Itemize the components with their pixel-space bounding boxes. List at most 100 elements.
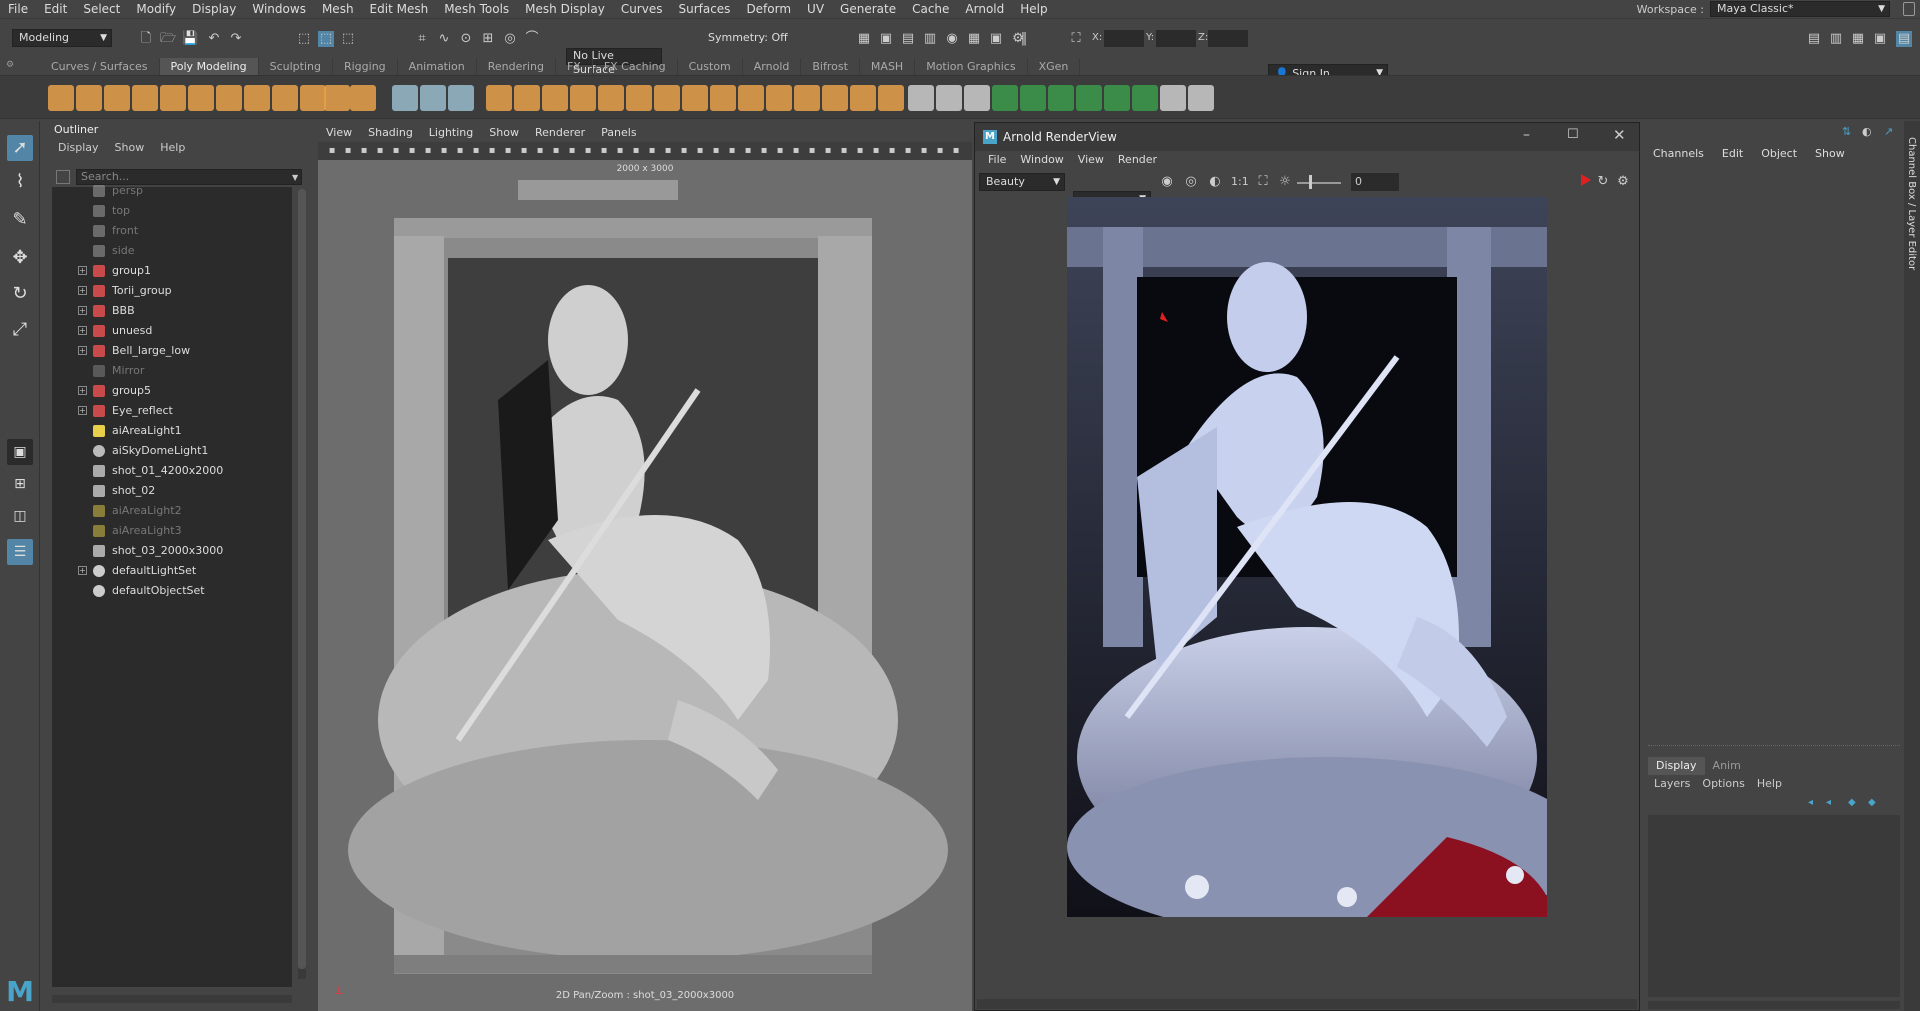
mode-dropdown[interactable]: Modeling ▼: [12, 29, 112, 47]
shelf-tab-xgen[interactable]: XGen: [1028, 58, 1081, 75]
outliner-item[interactable]: shot_01_4200x2000: [52, 461, 292, 481]
viewport-tool-icon[interactable]: ▪: [532, 143, 548, 159]
viewport-tool-icon[interactable]: ▪: [628, 143, 644, 159]
select-hierarchy-icon[interactable]: ⬚: [296, 31, 312, 47]
layer-tab-anim[interactable]: Anim: [1705, 757, 1749, 775]
target-weld-icon[interactable]: [878, 85, 904, 111]
type-icon[interactable]: [324, 85, 350, 111]
outliner-menu-display[interactable]: Display: [52, 139, 105, 157]
extrude-icon[interactable]: [682, 85, 708, 111]
shelf-tab-curves-surfaces[interactable]: Curves / Surfaces: [40, 58, 160, 75]
menu-arnold[interactable]: Arnold: [957, 0, 1012, 18]
torus-icon[interactable]: [160, 85, 186, 111]
ipr-render-icon[interactable]: ▤: [900, 31, 916, 47]
snap-surface-icon[interactable]: ◎: [502, 31, 518, 47]
menu-edit-mesh[interactable]: Edit Mesh: [362, 0, 437, 18]
search-options-icon[interactable]: ▼: [292, 173, 298, 182]
snap-view-icon[interactable]: ⊞: [480, 31, 496, 47]
outliner-item[interactable]: aiAreaLight2: [52, 501, 292, 521]
layout-icon[interactable]: ▤: [1896, 31, 1912, 47]
viewport-tool-icon[interactable]: ▪: [596, 143, 612, 159]
shelf-tab-sculpting[interactable]: Sculpting: [259, 58, 333, 75]
cylinder-icon[interactable]: [104, 85, 130, 111]
menu-mesh-tools[interactable]: Mesh Tools: [436, 0, 517, 18]
mirror-icon[interactable]: [514, 85, 540, 111]
layer-menu-options[interactable]: Options: [1696, 775, 1750, 793]
channel-box-menu-channels[interactable]: Channels: [1644, 145, 1713, 163]
renderview-menu-view[interactable]: View: [1071, 151, 1111, 169]
expand-icon[interactable]: +: [78, 406, 87, 415]
outliner-menu-help[interactable]: Help: [154, 139, 191, 157]
shelf-tab-poly-modeling[interactable]: Poly Modeling: [159, 58, 259, 75]
extract-icon[interactable]: [542, 85, 568, 111]
render-settings-icon[interactable]: ▥: [922, 31, 938, 47]
fill-hole-icon[interactable]: [570, 85, 596, 111]
viewport-tool-icon[interactable]: ▪: [900, 143, 916, 159]
viewport-tool-icon[interactable]: ▪: [772, 143, 788, 159]
bridge-icon[interactable]: [710, 85, 736, 111]
knife-icon[interactable]: [908, 85, 934, 111]
move-tool-icon[interactable]: ✥: [7, 245, 33, 271]
sphere-icon[interactable]: [48, 85, 74, 111]
shelf-tab-rigging[interactable]: Rigging: [333, 58, 398, 75]
outliner-item[interactable]: aiSkyDomeLight1: [52, 441, 292, 461]
layer-tab-display[interactable]: Display: [1648, 757, 1705, 775]
expand-icon[interactable]: +: [78, 566, 87, 575]
remesh-icon[interactable]: [626, 85, 652, 111]
paint-select-tool-icon[interactable]: ✎: [7, 207, 33, 233]
layer-menu-layers[interactable]: Layers: [1648, 775, 1696, 793]
exposure-slider[interactable]: [1297, 182, 1341, 184]
uv-editor-icon[interactable]: [1160, 85, 1186, 111]
shelf-tab-rendering[interactable]: Rendering: [477, 58, 556, 75]
outliner-vertical-scrollbar[interactable]: [298, 189, 306, 979]
exposure-icon[interactable]: ☼: [1277, 174, 1293, 190]
triangulate-icon[interactable]: [794, 85, 820, 111]
outliner-item[interactable]: aiAreaLight1: [52, 421, 292, 441]
four-view-layout-icon[interactable]: ⊞: [7, 471, 33, 497]
snap-curve-icon[interactable]: ∿: [436, 31, 452, 47]
viewport-tool-icon[interactable]: ▪: [436, 143, 452, 159]
menu-mesh-display[interactable]: Mesh Display: [517, 0, 613, 18]
channel-box-toggle-icon[interactable]: ⇅: [1842, 125, 1851, 138]
viewport-tool-icon[interactable]: ▪: [356, 143, 372, 159]
viewport-tool-icon[interactable]: ▪: [948, 143, 964, 159]
viewport-tool-icon[interactable]: ▪: [708, 143, 724, 159]
viewport-tool-icon[interactable]: ▪: [516, 143, 532, 159]
viewport-tool-icon[interactable]: ▪: [884, 143, 900, 159]
uv-cut-icon[interactable]: [1104, 85, 1130, 111]
z-field[interactable]: [1208, 30, 1248, 47]
viewport-menu-view[interactable]: View: [318, 124, 360, 142]
exposure-field[interactable]: 0: [1351, 173, 1399, 191]
disc-icon[interactable]: [216, 85, 242, 111]
platonic-icon[interactable]: [244, 85, 270, 111]
viewport-tool-icon[interactable]: ▪: [388, 143, 404, 159]
menu-file[interactable]: File: [0, 0, 36, 18]
new-layer-icon[interactable]: ◆: [1848, 797, 1856, 808]
viewport-tool-icon[interactable]: ▪: [420, 143, 436, 159]
viewport-tool-icon[interactable]: ▪: [580, 143, 596, 159]
attribute-editor-icon[interactable]: ▥: [1828, 31, 1844, 47]
svg-icon[interactable]: [350, 85, 376, 111]
outliner-item[interactable]: + Eye_reflect: [52, 401, 292, 421]
offset-loop-icon[interactable]: [964, 85, 990, 111]
channel-box-icon[interactable]: ▣: [1872, 31, 1888, 47]
viewport-tool-icon[interactable]: ▪: [836, 143, 852, 159]
workspace-dropdown[interactable]: Maya Classic* ▼: [1710, 1, 1890, 17]
viewport-tool-icon[interactable]: ▪: [932, 143, 948, 159]
uv-auto-icon[interactable]: [1076, 85, 1102, 111]
multi-cut-icon[interactable]: [850, 85, 876, 111]
outliner-item[interactable]: + defaultLightSet: [52, 561, 292, 581]
uv-layout-icon[interactable]: [1188, 85, 1214, 111]
x-field[interactable]: [1104, 30, 1144, 47]
outliner-item[interactable]: aiAreaLight3: [52, 521, 292, 541]
bevel-icon[interactable]: [738, 85, 764, 111]
boolean-icon[interactable]: [486, 85, 512, 111]
expand-icon[interactable]: +: [78, 326, 87, 335]
expand-icon[interactable]: +: [78, 306, 87, 315]
viewport-tool-icon[interactable]: ▪: [804, 143, 820, 159]
menu-select[interactable]: Select: [75, 0, 128, 18]
redo-icon[interactable]: ↷: [228, 31, 244, 47]
uv-checker-icon[interactable]: [1132, 85, 1158, 111]
viewport-tool-icon[interactable]: ▪: [916, 143, 932, 159]
tool-settings-icon[interactable]: ▦: [1850, 31, 1866, 47]
